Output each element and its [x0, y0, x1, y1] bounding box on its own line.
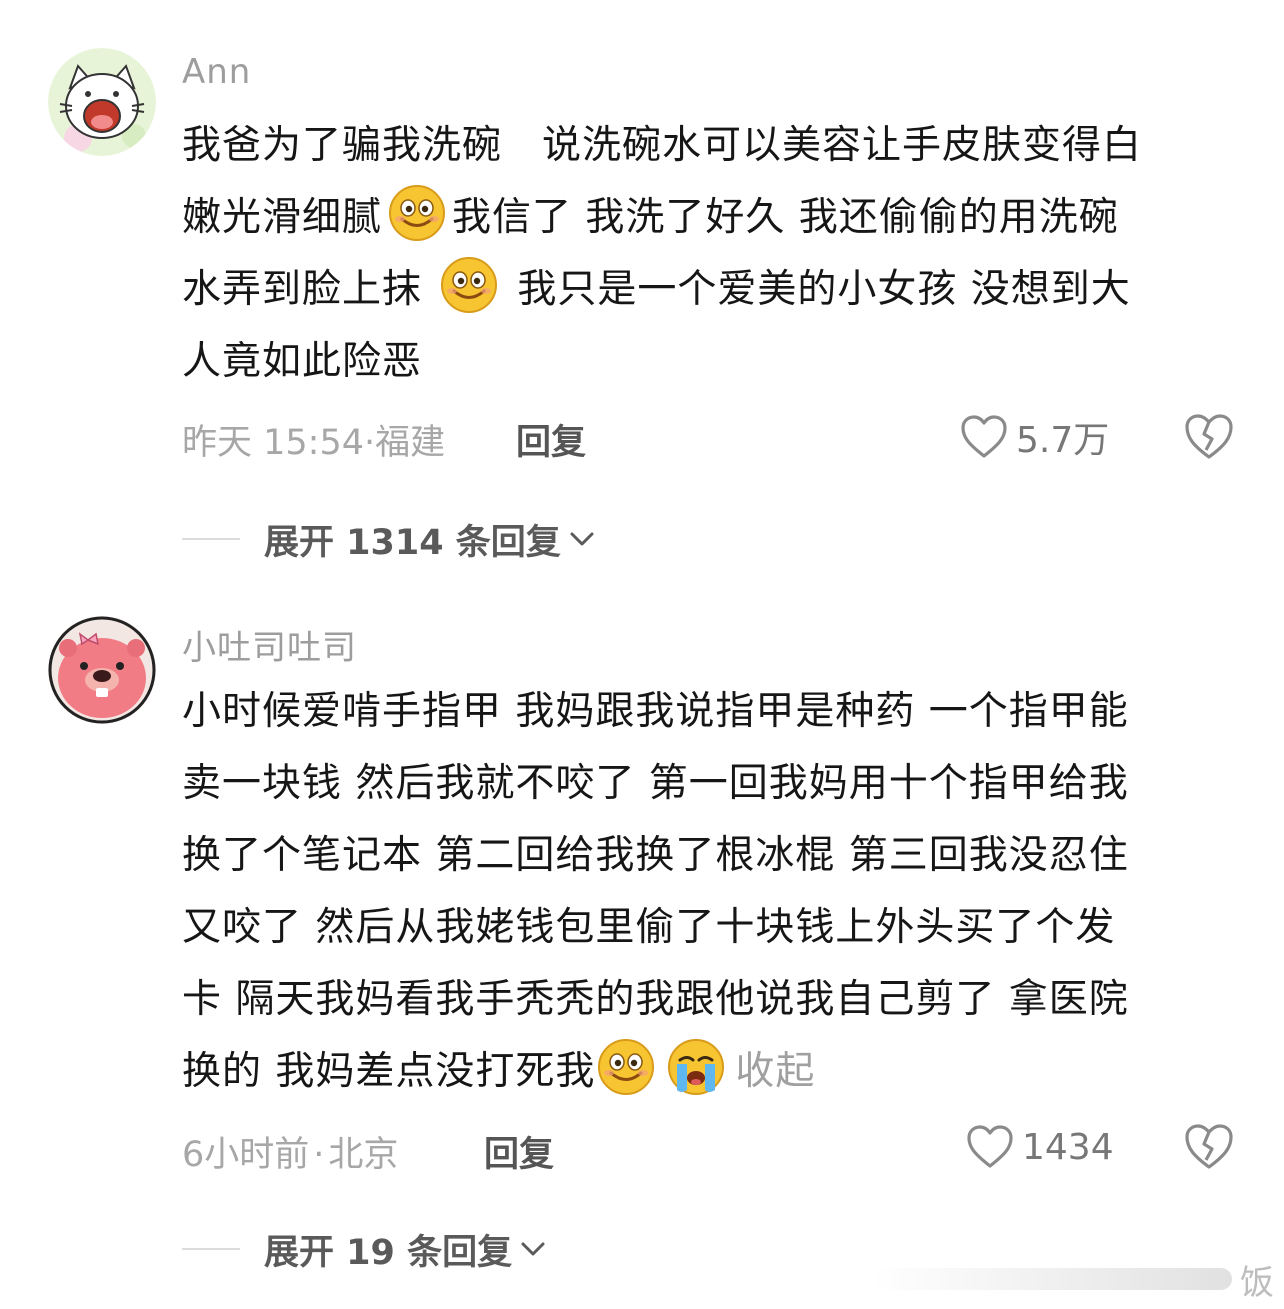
username[interactable]: 小吐司吐司: [182, 620, 357, 669]
collapse-link[interactable]: 收起: [735, 1049, 815, 1094]
expand-replies-label: 展开 1314 条回复: [264, 522, 561, 563]
watermark: 饭: [872, 1259, 1274, 1303]
avatar[interactable]: [48, 48, 156, 156]
comment-text: 我爸为了骗我洗碗 说洗碗水可以美容让手皮肤变得白 嫩光滑细腻 我信了 我洗了好久 …: [182, 110, 1242, 398]
loopy-beaver-avatar-icon: [48, 616, 156, 724]
expand-replies-button[interactable]: 展开 19 条回复: [182, 1224, 548, 1274]
comment-line: 换了个笔记本 第二回给我换了根冰棍 第三回我没忍住: [182, 833, 1129, 878]
comment-text-segment: 嫩光滑细腻: [182, 195, 383, 240]
reply-button[interactable]: 回复: [516, 414, 586, 465]
comment-line: 我爸为了骗我洗碗 说洗碗水可以美容让手皮肤变得白: [182, 123, 1143, 168]
smiling-face-emoji-icon: [597, 1038, 655, 1096]
cat-avatar-icon: [48, 48, 156, 156]
comment-text-segment: 换的 我妈差点没打死我: [182, 1049, 596, 1094]
meta-separator: ·: [364, 423, 376, 463]
watermark-bar: [872, 1268, 1232, 1290]
comment-line: 人竟如此险恶: [182, 339, 423, 384]
comment-text-segment: 水弄到脸上抹: [182, 267, 423, 312]
comment-line: 小时候爱啃手指甲 我妈跟我说指甲是种药 一个指甲能: [182, 689, 1129, 734]
comment-location: 福建: [375, 423, 446, 463]
comment-text-segment: 我信了 我洗了好久 我还偷偷的用洗碗: [452, 195, 1119, 240]
reply-button[interactable]: 回复: [484, 1126, 554, 1177]
comment-meta: 昨天 15:54·福建: [182, 414, 445, 465]
like-count: 1434: [1022, 1126, 1114, 1168]
comment-line: 卡 隔天我妈看我手秃秃的我跟他说我自己剪了 拿医院: [182, 977, 1129, 1022]
broken-heart-icon[interactable]: [1184, 1122, 1234, 1172]
smiling-face-emoji-icon: [388, 184, 446, 242]
like-count: 5.7万: [1016, 420, 1110, 461]
comment-line: 嫩光滑细腻 我信了 我洗了好久 我还偷偷的用洗碗: [182, 182, 1242, 254]
watermark-text: 饭: [1240, 1262, 1274, 1303]
like-button[interactable]: 1434: [966, 1122, 1114, 1172]
comment-meta: 6小时前 · 北京: [182, 1126, 398, 1177]
expand-replies-button[interactable]: 展开 1314 条回复: [182, 514, 597, 564]
comment-line: 卖一块钱 然后我就不咬了 第一回我妈用十个指甲给我: [182, 761, 1129, 806]
comment-line: 换的 我妈差点没打死我 收起: [182, 1036, 1242, 1108]
heart-icon: [967, 1125, 1013, 1168]
expand-replies-label: 展开 19 条回复: [264, 1232, 513, 1273]
comment-time: 昨天 15:54: [182, 423, 364, 463]
crying-face-emoji-icon: [667, 1038, 725, 1096]
comment-line: 又咬了 然后从我姥钱包里偷了十块钱上外头买了个发: [182, 905, 1116, 950]
chevron-down-icon: [570, 532, 594, 546]
comment-location: 北京: [328, 1135, 399, 1175]
divider: [182, 538, 240, 540]
username[interactable]: Ann: [182, 52, 251, 92]
chevron-down-icon: [521, 1242, 545, 1256]
comment-time: 6小时前: [182, 1135, 310, 1175]
like-button[interactable]: 5.7万: [960, 412, 1109, 462]
comment-line: 水弄到脸上抹 我只是一个爱美的小女孩 没想到大: [182, 254, 1242, 326]
comment-text-segment: 我只是一个爱美的小女孩 没想到大: [504, 267, 1131, 312]
comment-text: 小时候爱啃手指甲 我妈跟我说指甲是种药 一个指甲能 卖一块钱 然后我就不咬了 第…: [182, 676, 1242, 1108]
avatar[interactable]: [48, 616, 156, 724]
smiling-face-emoji-icon: [440, 256, 498, 314]
meta-separator: ·: [313, 1135, 325, 1175]
broken-heart-icon[interactable]: [1184, 412, 1234, 462]
divider: [182, 1248, 240, 1250]
heart-icon: [961, 415, 1007, 458]
